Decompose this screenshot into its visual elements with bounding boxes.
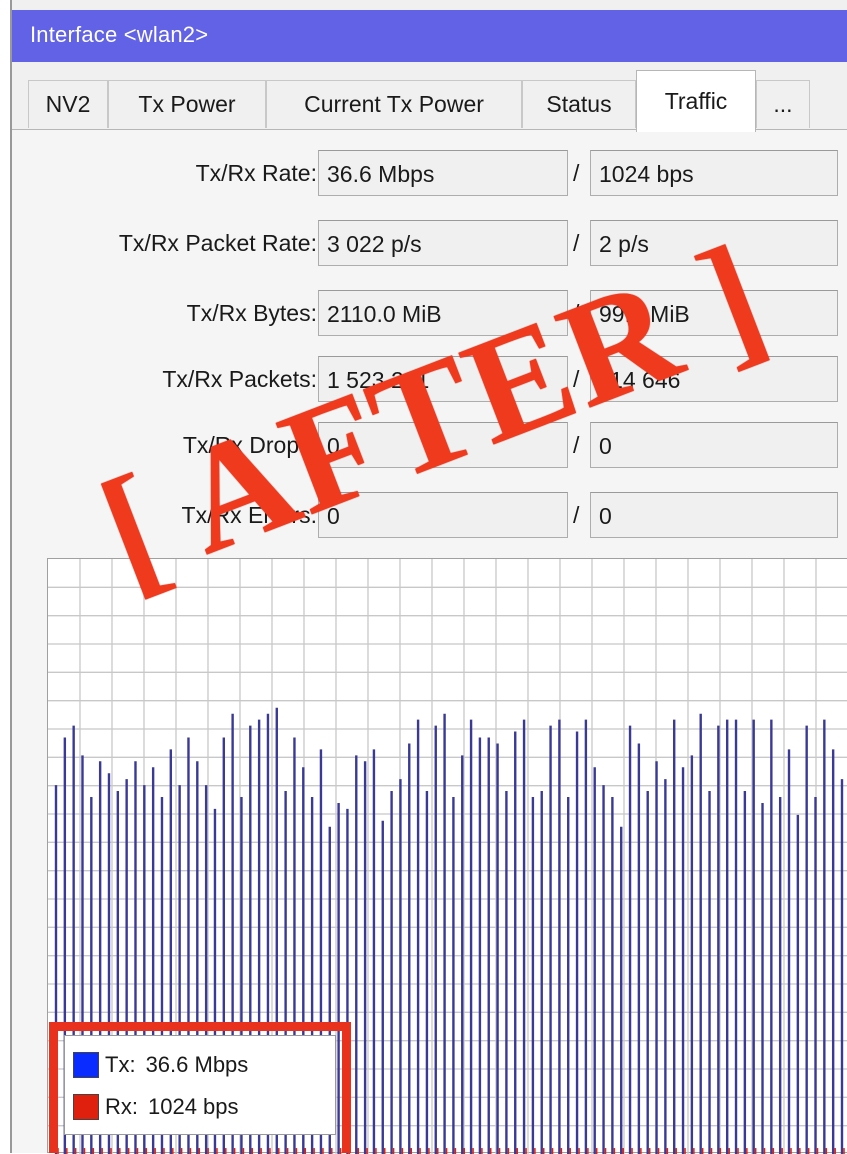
separator: / — [573, 502, 580, 528]
title-bar[interactable]: Interface <wlan2> — [12, 10, 847, 62]
legend-rx-label: Rx: — [105, 1094, 138, 1119]
tab-more[interactable]: ... — [756, 80, 810, 128]
tab-tx-power[interactable]: Tx Power — [108, 80, 266, 128]
tx-packet-rate-field[interactable]: 3 022 p/s — [318, 220, 568, 266]
label-packet-rate: Tx/Rx Packet Rate: — [118, 230, 317, 256]
window-title: Interface <wlan2> — [30, 22, 209, 47]
tab-traffic[interactable]: Traffic — [636, 70, 756, 132]
tab-status[interactable]: Status — [522, 80, 636, 128]
rx-drops-field[interactable]: 0 — [590, 422, 838, 468]
legend-rx-value: 1024 bps — [148, 1094, 239, 1119]
tab-bar: NV2 Tx Power Current Tx Power Status Tra… — [12, 62, 847, 132]
legend-tx: Tx: 36.6 Mbps — [73, 1048, 248, 1082]
tx-swatch — [73, 1052, 99, 1078]
legend-tx-label: Tx: — [105, 1052, 136, 1077]
separator: / — [573, 160, 580, 186]
legend-rx: Rx: 1024 bps — [73, 1090, 239, 1124]
rx-errors-field[interactable]: 0 — [590, 492, 838, 538]
separator: / — [573, 230, 580, 256]
rx-swatch — [73, 1094, 99, 1120]
label-rate: Tx/Rx Rate: — [195, 160, 317, 186]
traffic-graph: Tx: 36.6 Mbps Rx: 1024 bps — [47, 558, 847, 1154]
label-bytes: Tx/Rx Bytes: — [186, 300, 317, 326]
tab-nv2[interactable]: NV2 — [28, 80, 108, 128]
tx-rate-field[interactable]: 36.6 Mbps — [318, 150, 568, 196]
row-rate: Tx/Rx Rate: 36.6 Mbps / 1024 bps — [12, 150, 847, 196]
graph-legend: Tx: 36.6 Mbps Rx: 1024 bps — [64, 1035, 336, 1135]
rx-rate-field[interactable]: 1024 bps — [590, 150, 838, 196]
tab-current-tx-power[interactable]: Current Tx Power — [266, 80, 522, 128]
legend-tx-value: 36.6 Mbps — [145, 1052, 249, 1077]
